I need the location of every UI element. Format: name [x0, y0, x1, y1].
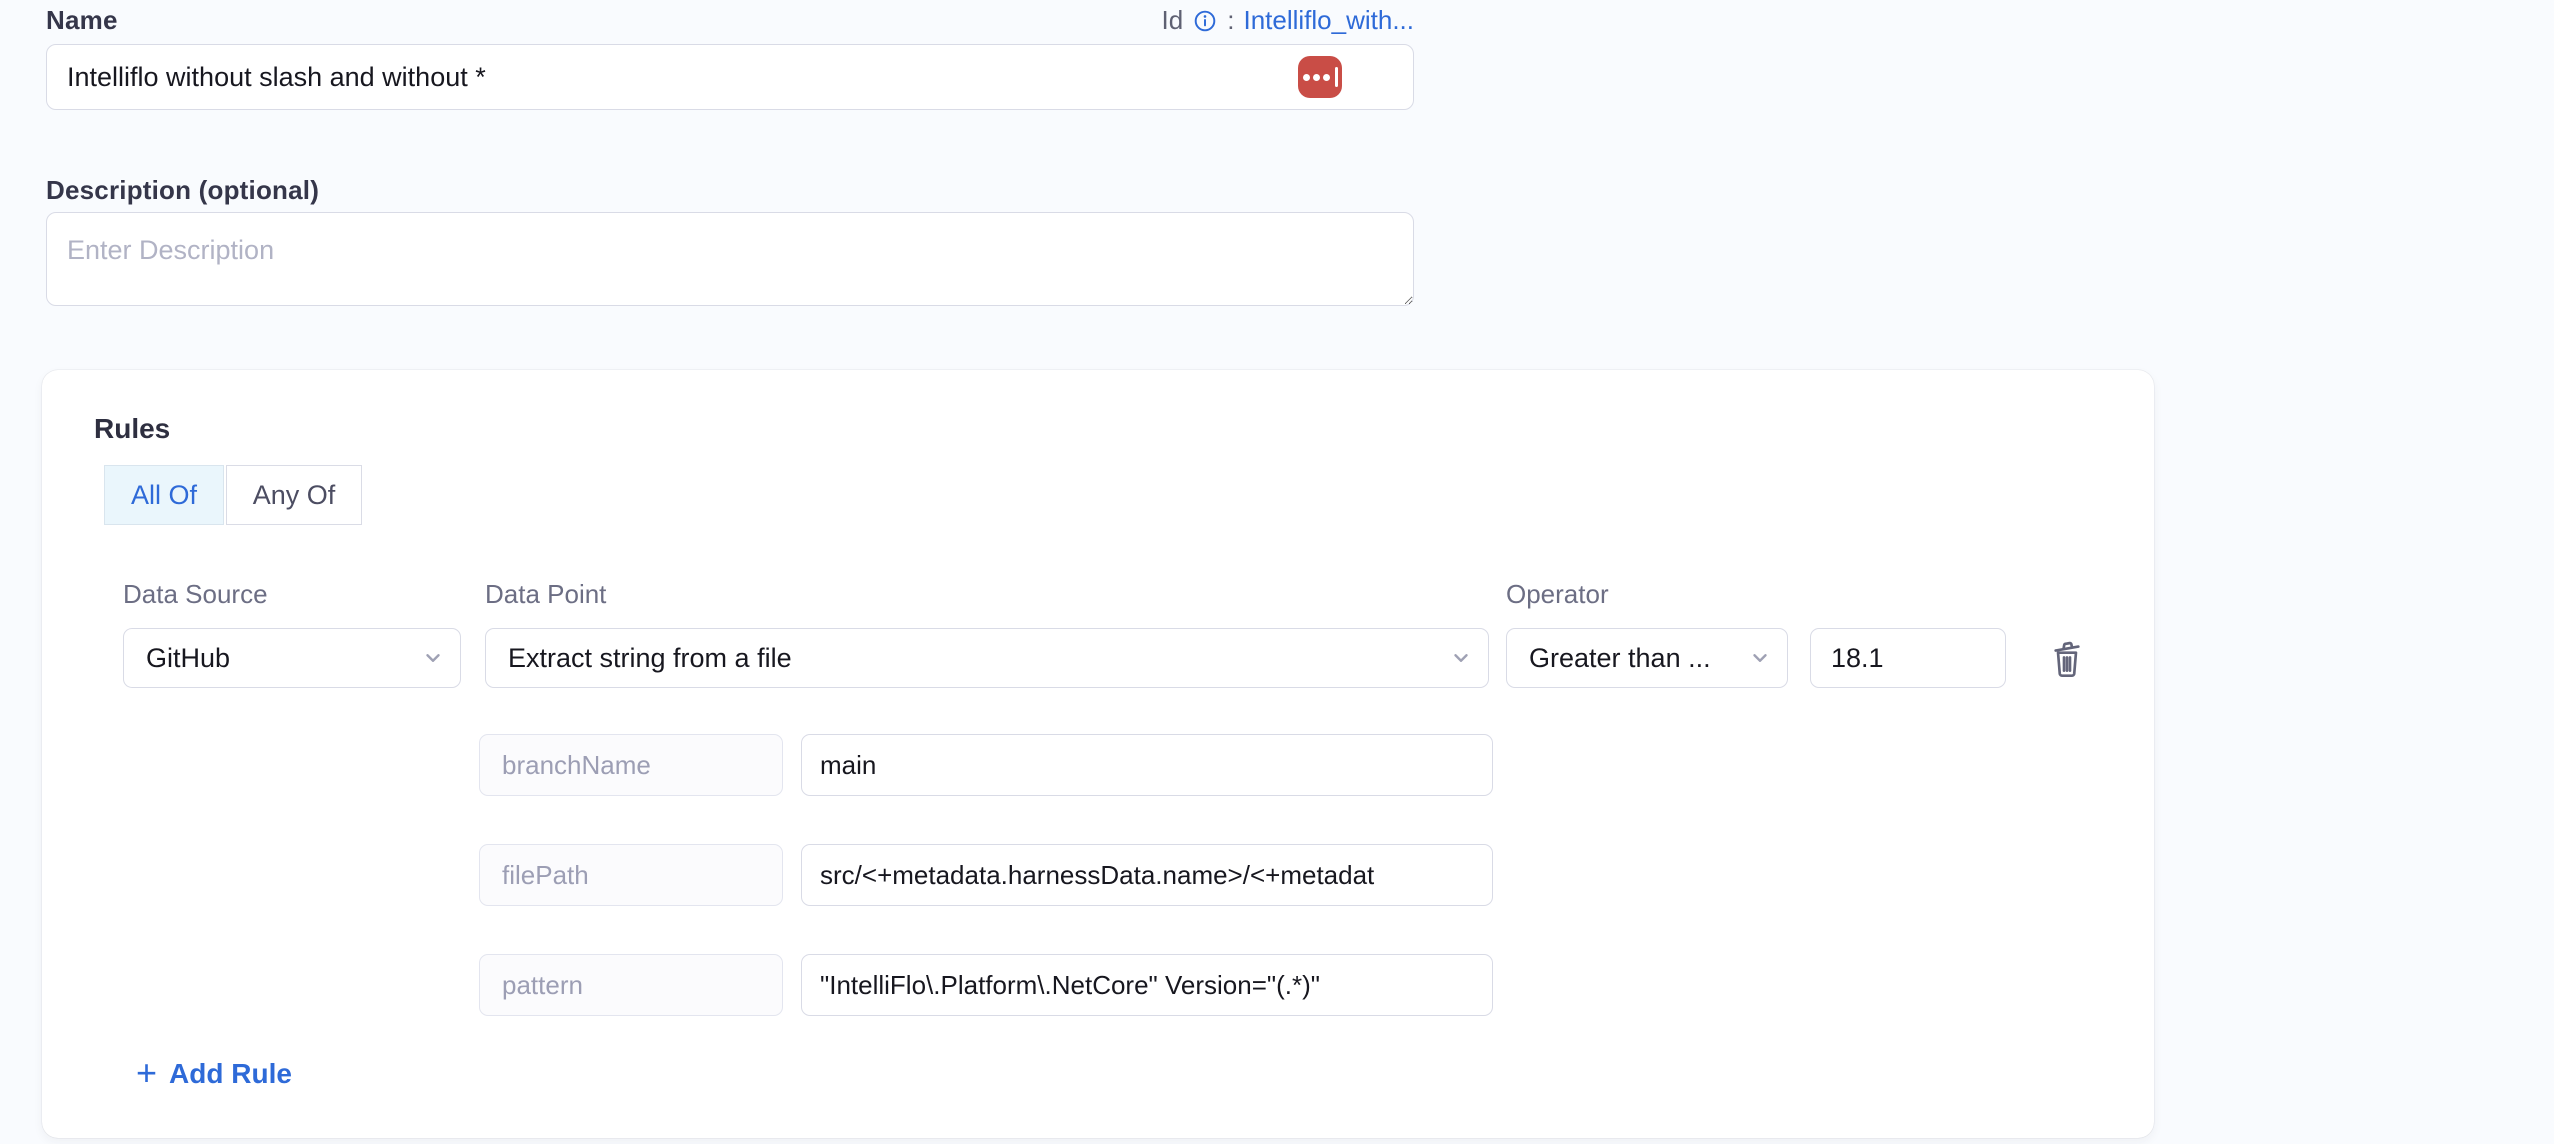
- rules-card: Rules All Of Any Of Data Source Data Poi…: [42, 370, 2154, 1138]
- data-source-label: Data Source: [123, 578, 268, 610]
- param-key-filepath: filePath: [479, 844, 783, 906]
- chevron-down-icon: [1450, 647, 1472, 669]
- id-separator: :: [1227, 4, 1234, 36]
- any-of-button[interactable]: Any Of: [226, 465, 362, 525]
- description-textarea[interactable]: [46, 212, 1414, 306]
- all-of-button[interactable]: All Of: [104, 465, 224, 525]
- data-source-value: GitHub: [146, 643, 230, 674]
- trash-icon: [2048, 637, 2086, 681]
- add-rule-button[interactable]: + Add Rule: [136, 1052, 292, 1096]
- param-key-pattern: pattern: [479, 954, 783, 1016]
- match-type-toggle: All Of Any Of: [104, 465, 362, 525]
- plus-icon: +: [136, 1056, 157, 1090]
- info-icon[interactable]: [1192, 8, 1218, 34]
- id-label: Id: [1162, 4, 1184, 36]
- lastpass-dot: [1323, 74, 1330, 81]
- param-value-filepath[interactable]: [801, 844, 1493, 906]
- operator-value: Greater than ...: [1529, 643, 1711, 674]
- id-value-link[interactable]: Intelliflo_with...: [1243, 4, 1414, 36]
- chevron-down-icon: [1749, 647, 1771, 669]
- lastpass-dot: [1313, 74, 1320, 81]
- operator-value-input[interactable]: [1810, 628, 2006, 688]
- entity-id-row: Id : Intelliflo_with...: [1162, 4, 1414, 36]
- data-source-select[interactable]: GitHub: [123, 628, 461, 688]
- name-input-wrap: [46, 44, 1414, 110]
- operator-label: Operator: [1506, 578, 1609, 610]
- name-input[interactable]: [46, 44, 1414, 110]
- rules-title: Rules: [94, 412, 170, 446]
- lastpass-cursor-bar: [1335, 67, 1338, 87]
- data-point-select[interactable]: Extract string from a file: [485, 628, 1489, 688]
- data-point-value: Extract string from a file: [508, 643, 792, 674]
- data-point-label: Data Point: [485, 578, 606, 610]
- operator-select[interactable]: Greater than ...: [1506, 628, 1788, 688]
- delete-rule-button[interactable]: [2040, 632, 2094, 686]
- chevron-down-icon: [422, 647, 444, 669]
- name-label: Name: [46, 4, 118, 36]
- param-value-branchname[interactable]: [801, 734, 1493, 796]
- param-value-pattern[interactable]: [801, 954, 1493, 1016]
- param-key-branchname: branchName: [479, 734, 783, 796]
- description-label: Description (optional): [46, 174, 319, 206]
- lastpass-autofill-icon[interactable]: [1298, 56, 1342, 98]
- add-rule-label: Add Rule: [169, 1058, 292, 1090]
- lastpass-dot: [1303, 74, 1310, 81]
